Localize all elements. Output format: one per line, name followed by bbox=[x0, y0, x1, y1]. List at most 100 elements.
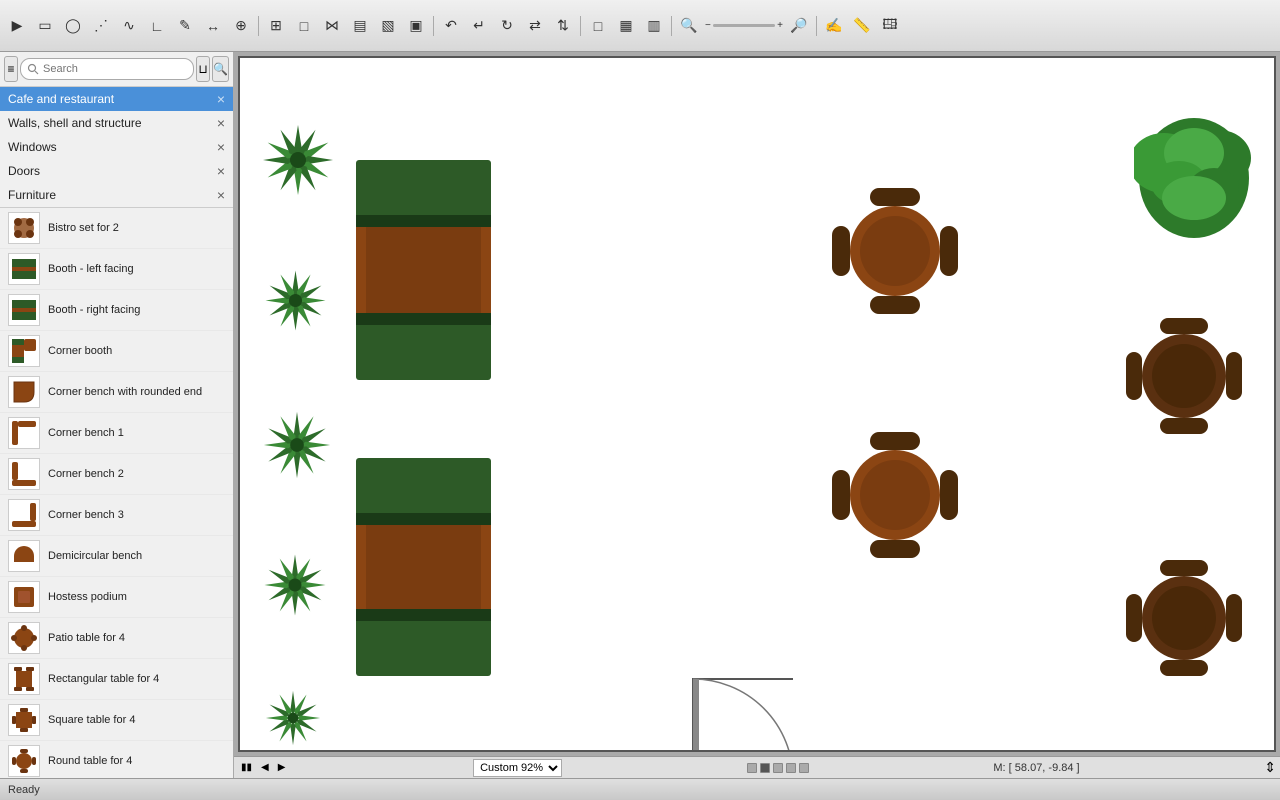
item-corner-bench-rounded[interactable]: Corner bench with rounded end bbox=[0, 372, 233, 413]
square-table-4-icon bbox=[8, 704, 40, 736]
symbol-tool[interactable]: □ bbox=[585, 13, 611, 39]
zoom-dot-5 bbox=[799, 763, 809, 773]
bezier-tool[interactable]: ∿ bbox=[116, 13, 142, 39]
coordinates: M: [ 58.07, -9.84 ] bbox=[993, 762, 1079, 774]
status-ready: Ready bbox=[8, 784, 40, 796]
category-walls[interactable]: Walls, shell and structure × bbox=[0, 111, 233, 135]
list-view-btn[interactable]: ≡ bbox=[4, 56, 18, 82]
arc3-tool[interactable]: ↻ bbox=[494, 13, 520, 39]
corner-bench-rounded-icon bbox=[8, 376, 40, 408]
expand-icon[interactable]: ⇕ bbox=[1264, 759, 1276, 776]
corner-bench-2-label: Corner bench 2 bbox=[48, 467, 124, 481]
search-btn[interactable]: 🔍 bbox=[212, 56, 229, 82]
item-corner-booth[interactable]: Corner booth bbox=[0, 331, 233, 372]
symbol3-tool[interactable]: ▥ bbox=[641, 13, 667, 39]
flip-tool[interactable]: ⇅ bbox=[550, 13, 576, 39]
snap5-tool[interactable]: ▤ bbox=[347, 13, 373, 39]
arc2-tool[interactable]: ↵ bbox=[466, 13, 492, 39]
booth-right-icon bbox=[8, 294, 40, 326]
corner-bench-rounded-label: Corner bench with rounded end bbox=[48, 385, 202, 399]
dimension-tool[interactable]: ↔ bbox=[200, 13, 226, 39]
snap3-tool[interactable]: □ bbox=[291, 13, 317, 39]
close-doors-icon[interactable]: × bbox=[217, 163, 225, 179]
booth-2[interactable] bbox=[356, 458, 491, 676]
zoom-select[interactable]: Custom 92% 50% 75% 100% 150% bbox=[473, 759, 562, 777]
snap7-tool[interactable]: ▣ bbox=[403, 13, 429, 39]
pause-btn[interactable]: ▮▮ bbox=[238, 762, 255, 773]
sidebar-top: ≡ ⊔ 🔍 bbox=[0, 52, 233, 87]
item-round-table-4[interactable]: Round table for 4 bbox=[0, 741, 233, 778]
zoom-dot-2 bbox=[760, 763, 770, 773]
square-table-4-label: Square table for 4 bbox=[48, 713, 135, 727]
snap4-tool[interactable]: ⋈ bbox=[319, 13, 345, 39]
canvas[interactable] bbox=[238, 56, 1276, 752]
line-tool[interactable]: ⋰ bbox=[88, 13, 114, 39]
close-windows-icon[interactable]: × bbox=[217, 139, 225, 155]
snap-tool[interactable]: ⊕ bbox=[228, 13, 254, 39]
next-btn[interactable]: ▶ bbox=[275, 762, 289, 773]
pan-tool[interactable]: ✍ bbox=[821, 13, 847, 39]
prev-btn[interactable]: ◀ bbox=[258, 762, 272, 773]
item-corner-bench-2[interactable]: Corner bench 2 bbox=[0, 454, 233, 495]
polyline-tool[interactable]: ∟ bbox=[144, 13, 170, 39]
grid-view-btn[interactable]: ⊔ bbox=[196, 56, 210, 82]
item-corner-bench-3[interactable]: Corner bench 3 bbox=[0, 495, 233, 536]
measure-tool[interactable]: 📏 bbox=[849, 13, 875, 39]
item-hostess-podium[interactable]: Hostess podium bbox=[0, 577, 233, 618]
plant-3 bbox=[258, 406, 336, 484]
demicircular-bench-icon bbox=[8, 540, 40, 572]
item-corner-bench-1[interactable]: Corner bench 1 bbox=[0, 413, 233, 454]
zoom-dots bbox=[747, 763, 809, 773]
sep2 bbox=[433, 16, 434, 36]
round-table-1[interactable] bbox=[830, 186, 960, 316]
bottom-bar: ▮▮ ◀ ▶ Custom 92% 50% 75% 100% 150% bbox=[234, 756, 1280, 778]
booth-1[interactable] bbox=[356, 160, 491, 380]
category-doors[interactable]: Doors × bbox=[0, 159, 233, 183]
toolbar: ▶ ▭ ◯ ⋰ ∿ ∟ ✎ ↔ ⊕ ⊞ □ ⋈ ▤ ▧ ▣ ↶ ↵ ↻ ⇄ ⇅ … bbox=[0, 0, 1280, 52]
rotate-tool[interactable]: ⇄ bbox=[522, 13, 548, 39]
item-demicircular-bench[interactable]: Demicircular bench bbox=[0, 536, 233, 577]
plant-2 bbox=[258, 263, 333, 338]
category-furniture[interactable]: Furniture × bbox=[0, 183, 233, 207]
round-table-4[interactable] bbox=[1124, 558, 1244, 678]
symbol2-tool[interactable]: ▦ bbox=[613, 13, 639, 39]
category-windows[interactable]: Windows × bbox=[0, 135, 233, 159]
rect-table-4-label: Rectangular table for 4 bbox=[48, 672, 159, 686]
zoom-out-tool[interactable]: 🔎 bbox=[786, 13, 812, 39]
hostess-podium-label: Hostess podium bbox=[48, 590, 127, 604]
main-area: ≡ ⊔ 🔍 Cafe and restaurant × Walls, shell… bbox=[0, 52, 1280, 778]
canvas-container[interactable] bbox=[234, 52, 1280, 756]
item-bistro-set[interactable]: Bistro set for 2 bbox=[0, 208, 233, 249]
search-input[interactable] bbox=[20, 58, 194, 80]
demicircular-bench-label: Demicircular bench bbox=[48, 549, 142, 563]
sep5 bbox=[816, 16, 817, 36]
item-rect-table-4[interactable]: Rectangular table for 4 bbox=[0, 659, 233, 700]
plant-5 bbox=[258, 683, 328, 752]
round-table-2[interactable] bbox=[1124, 316, 1244, 436]
eyedropper-tool[interactable]: 🖽 bbox=[877, 13, 903, 39]
booth-left-icon bbox=[8, 253, 40, 285]
zoom-in-tool[interactable]: 🔍 bbox=[676, 13, 702, 39]
corner-bench-3-icon bbox=[8, 499, 40, 531]
snap6-tool[interactable]: ▧ bbox=[375, 13, 401, 39]
close-cafe-icon[interactable]: × bbox=[217, 91, 225, 107]
rect-tool[interactable]: ▭ bbox=[32, 13, 58, 39]
sep3 bbox=[580, 16, 581, 36]
item-square-table-4[interactable]: Square table for 4 bbox=[0, 700, 233, 741]
close-walls-icon[interactable]: × bbox=[217, 115, 225, 131]
ellipse-tool[interactable]: ◯ bbox=[60, 13, 86, 39]
round-table-3[interactable] bbox=[830, 430, 960, 560]
category-cafe[interactable]: Cafe and restaurant × bbox=[0, 87, 233, 111]
item-patio-table[interactable]: Patio table for 4 bbox=[0, 618, 233, 659]
canvas-wrap: ▮▮ ◀ ▶ Custom 92% 50% 75% 100% 150% bbox=[234, 52, 1280, 778]
corner-bench-2-icon bbox=[8, 458, 40, 490]
pen-tool[interactable]: ✎ bbox=[172, 13, 198, 39]
snap2-tool[interactable]: ⊞ bbox=[263, 13, 289, 39]
close-furniture-icon[interactable]: × bbox=[217, 187, 225, 203]
arc-tool[interactable]: ↶ bbox=[438, 13, 464, 39]
item-booth-left[interactable]: Booth - left facing bbox=[0, 249, 233, 290]
select-tool[interactable]: ▶ bbox=[4, 13, 30, 39]
item-booth-right[interactable]: Booth - right facing bbox=[0, 290, 233, 331]
plant-4 bbox=[258, 548, 332, 622]
zoom-dot-1 bbox=[747, 763, 757, 773]
